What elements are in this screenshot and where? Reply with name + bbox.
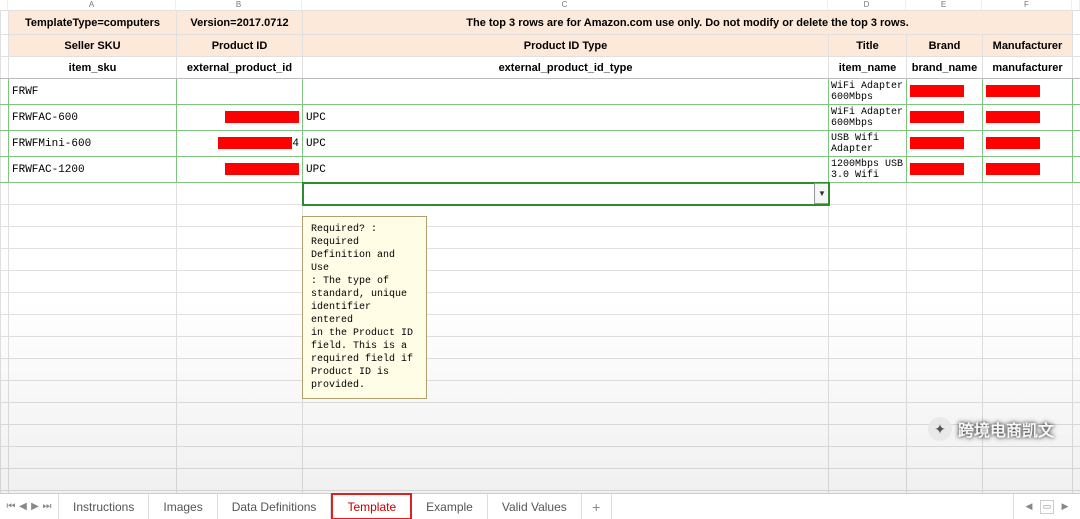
cell-brand[interactable] <box>907 79 983 105</box>
cell-sku[interactable]: FRWFAC-600 <box>9 105 177 131</box>
cell-title[interactable]: USB Wifi Adapter <box>829 131 907 157</box>
tab-nav-next-icon[interactable]: ▶ <box>30 501 40 512</box>
column-letter-row: A B C D E F <box>0 0 1080 10</box>
hdr-manufacturer[interactable]: Manufacturer <box>983 35 1073 57</box>
fld-item-sku[interactable]: item_sku <box>9 57 177 79</box>
redacted-icon <box>910 163 964 175</box>
sheet-tab-bar[interactable]: ⏮ ◀ ▶ ⏭ Instructions Images Data Definit… <box>0 493 1080 519</box>
tab-nav-first-icon[interactable]: ⏮ <box>6 501 16 512</box>
table-row[interactable]: FRWFAC-600 UPC WiFi Adapter 600Mbps <box>1 105 1080 131</box>
cell-ptype[interactable]: UPC <box>303 105 829 131</box>
watermark: ✦ 跨境电商凯文 <box>920 413 1062 445</box>
redacted-icon <box>986 111 1040 123</box>
cell-title[interactable]: WiFi Adapter 600Mbps <box>829 105 907 131</box>
cell-mfr[interactable] <box>983 157 1073 183</box>
redacted-icon <box>986 163 1040 175</box>
header-row-2[interactable]: Seller SKU Product ID Product ID Type Ti… <box>1 35 1080 57</box>
fld-external-product-id-type[interactable]: external_product_id_type <box>303 57 829 79</box>
chevron-down-icon: ▼ <box>818 189 826 198</box>
wechat-icon: ✦ <box>928 417 952 441</box>
fld-brand-name[interactable]: brand_name <box>907 57 983 79</box>
tab-nav-buttons[interactable]: ⏮ ◀ ▶ ⏭ <box>0 494 59 519</box>
header-row-1[interactable]: TemplateType=computers Version=2017.0712… <box>1 11 1080 35</box>
redacted-icon <box>225 111 299 123</box>
cell-template-type[interactable]: TemplateType=computers <box>9 11 177 35</box>
header-row-3[interactable]: item_sku external_product_id external_pr… <box>1 57 1080 79</box>
tab-add-button[interactable]: + <box>582 494 612 519</box>
cell-brand[interactable] <box>907 131 983 157</box>
cell-brand[interactable] <box>907 105 983 131</box>
cell-pid[interactable] <box>177 105 303 131</box>
redacted-icon <box>986 85 1040 97</box>
cell-mfr[interactable] <box>983 131 1073 157</box>
redacted-icon <box>218 137 292 149</box>
cell-pid[interactable]: 4 <box>177 131 303 157</box>
tab-scroll-controls[interactable]: ◀ ▭ ▶ <box>1013 494 1080 519</box>
tab-valid-values[interactable]: Valid Values <box>488 494 582 519</box>
cell-brand[interactable] <box>907 157 983 183</box>
cell-sku[interactable]: FRWFMini-600 <box>9 131 177 157</box>
fld-item-name[interactable]: item_name <box>829 57 907 79</box>
redacted-icon <box>910 85 964 97</box>
fld-manufacturer[interactable]: manufacturer <box>983 57 1073 79</box>
cell-mfr[interactable] <box>983 79 1073 105</box>
redacted-icon <box>225 163 299 175</box>
tab-nav-last-icon[interactable]: ⏭ <box>42 501 52 512</box>
cell-title[interactable]: 1200Mbps USB 3.0 Wifi <box>829 157 907 183</box>
table-row[interactable]: FRWF WiFi Adapter 600Mbps <box>1 79 1080 105</box>
redacted-icon <box>986 137 1040 149</box>
tab-data-definitions[interactable]: Data Definitions <box>218 494 332 519</box>
tab-nav-prev-icon[interactable]: ◀ <box>18 501 28 512</box>
scroll-left-icon[interactable]: ◀ <box>1022 500 1036 514</box>
tab-template[interactable]: Template <box>331 493 412 519</box>
tab-example[interactable]: Example <box>412 494 488 519</box>
cell-version[interactable]: Version=2017.0712 <box>177 11 303 35</box>
hdr-seller-sku[interactable]: Seller SKU <box>9 35 177 57</box>
cell-ptype[interactable]: UPC <box>303 157 829 183</box>
hdr-title[interactable]: Title <box>829 35 907 57</box>
hdr-product-id-type[interactable]: Product ID Type <box>303 35 829 57</box>
spreadsheet-area[interactable]: TemplateType=computers Version=2017.0712… <box>0 10 1080 493</box>
cell-sku[interactable]: FRWF <box>9 79 177 105</box>
cell-pid[interactable] <box>177 79 303 105</box>
watermark-text: 跨境电商凯文 <box>958 417 1054 441</box>
tab-images[interactable]: Images <box>149 494 217 519</box>
scroll-right-icon[interactable]: ▶ <box>1058 500 1072 514</box>
cell-mfr[interactable] <box>983 105 1073 131</box>
table-row[interactable]: FRWFAC-1200 UPC 1200Mbps USB 3.0 Wifi <box>1 157 1080 183</box>
fld-external-product-id[interactable]: external_product_id <box>177 57 303 79</box>
active-row[interactable]: ▼ <box>1 183 1080 205</box>
redacted-icon <box>910 137 964 149</box>
cell-ptype[interactable] <box>303 79 829 105</box>
dropdown-button[interactable]: ▼ <box>814 183 829 204</box>
cell-pid[interactable] <box>177 157 303 183</box>
cell-sku[interactable]: FRWFAC-1200 <box>9 157 177 183</box>
hdr-product-id[interactable]: Product ID <box>177 35 303 57</box>
cell-title[interactable]: WiFi Adapter 600Mbps <box>829 79 907 105</box>
hdr-brand[interactable]: Brand <box>907 35 983 57</box>
table-row[interactable]: FRWFMini-600 4 UPC USB Wifi Adapter <box>1 131 1080 157</box>
redacted-icon <box>910 111 964 123</box>
scroll-track-icon[interactable]: ▭ <box>1040 500 1054 514</box>
tooltip-box: Required? : Required Definition and Use … <box>302 216 427 399</box>
cell-ptype[interactable]: UPC <box>303 131 829 157</box>
cell-warning[interactable]: The top 3 rows are for Amazon.com use on… <box>303 11 1073 35</box>
tab-instructions[interactable]: Instructions <box>59 494 149 519</box>
grid-table[interactable]: TemplateType=computers Version=2017.0712… <box>0 10 1080 493</box>
active-cell[interactable]: ▼ <box>303 183 829 205</box>
